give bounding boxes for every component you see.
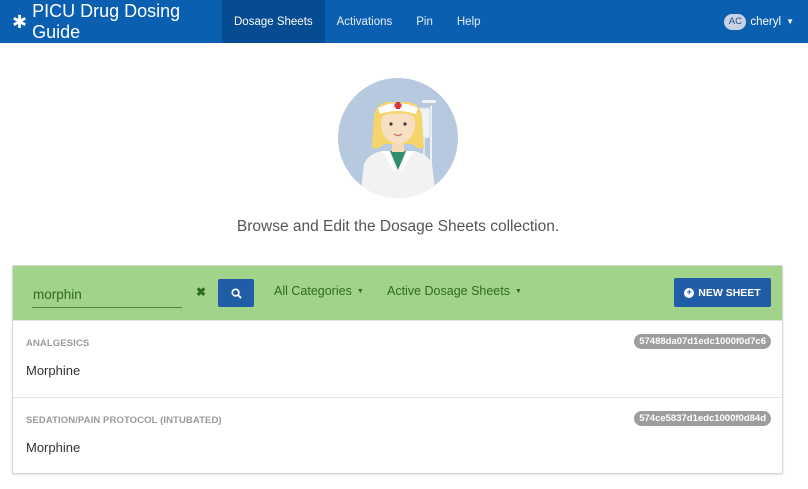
hero-text: Browse and Edit the Dosage Sheets collec… — [236, 218, 560, 235]
nav-activations[interactable]: Activations — [325, 0, 405, 43]
top-navbar: ✱ PICU Drug Dosing Guide Dosage Sheets A… — [0, 0, 808, 43]
status-dropdown-label: Active Dosage Sheets — [387, 284, 510, 298]
caret-down-icon: ▼ — [786, 17, 794, 26]
search-input[interactable] — [32, 282, 182, 308]
new-sheet-button[interactable]: + NEW SHEET — [674, 278, 771, 307]
nav-dosage-sheets[interactable]: Dosage Sheets — [222, 0, 325, 43]
id-badge: 57488da07d1edc1000f0d7c6 — [634, 334, 771, 349]
nurse-illustration — [338, 78, 458, 198]
caret-down-icon: ▼ — [515, 287, 522, 295]
asterisk-logo-icon: ✱ — [12, 11, 28, 32]
list-item[interactable]: ANALGESICS 57488da07d1edc1000f0d7c6 Morp… — [13, 320, 782, 397]
avatar: AC — [724, 13, 747, 30]
user-name: cheryl — [750, 15, 782, 28]
nav-help[interactable]: Help — [445, 0, 493, 43]
new-sheet-label: NEW SHEET — [698, 286, 761, 299]
category-dropdown[interactable]: All Categories ▼ — [274, 284, 364, 298]
status-dropdown[interactable]: Active Dosage Sheets ▼ — [387, 284, 522, 298]
caret-down-icon: ▼ — [356, 287, 364, 295]
row-category: SEDATION/PAIN PROTOCOL (INTUBATED) — [26, 415, 222, 426]
filter-toolbar: ✖ All Categories ▼ Active Dosage Sheets … — [13, 266, 782, 320]
id-badge: 574ce5837d1edc1000f0d84d — [634, 411, 771, 426]
row-drug-name[interactable]: Morphine — [26, 363, 80, 378]
user-menu[interactable]: AC cheryl ▼ — [724, 0, 794, 43]
search-button[interactable] — [218, 279, 254, 307]
brand[interactable]: ✱ PICU Drug Dosing Guide — [0, 0, 222, 43]
plus-circle-icon: + — [684, 287, 695, 298]
clear-search-icon[interactable]: ✖ — [194, 285, 208, 299]
category-dropdown-label: All Categories — [274, 284, 352, 298]
nav-pin[interactable]: Pin — [404, 0, 445, 43]
search-icon — [230, 287, 242, 299]
dosage-sheets-panel: ✖ All Categories ▼ Active Dosage Sheets … — [12, 265, 783, 474]
row-drug-name[interactable]: Morphine — [26, 440, 80, 455]
list-item[interactable]: SEDATION/PAIN PROTOCOL (INTUBATED) 574ce… — [13, 397, 782, 473]
app-title: PICU Drug Dosing Guide — [32, 0, 181, 42]
row-category: ANALGESICS — [26, 338, 90, 349]
